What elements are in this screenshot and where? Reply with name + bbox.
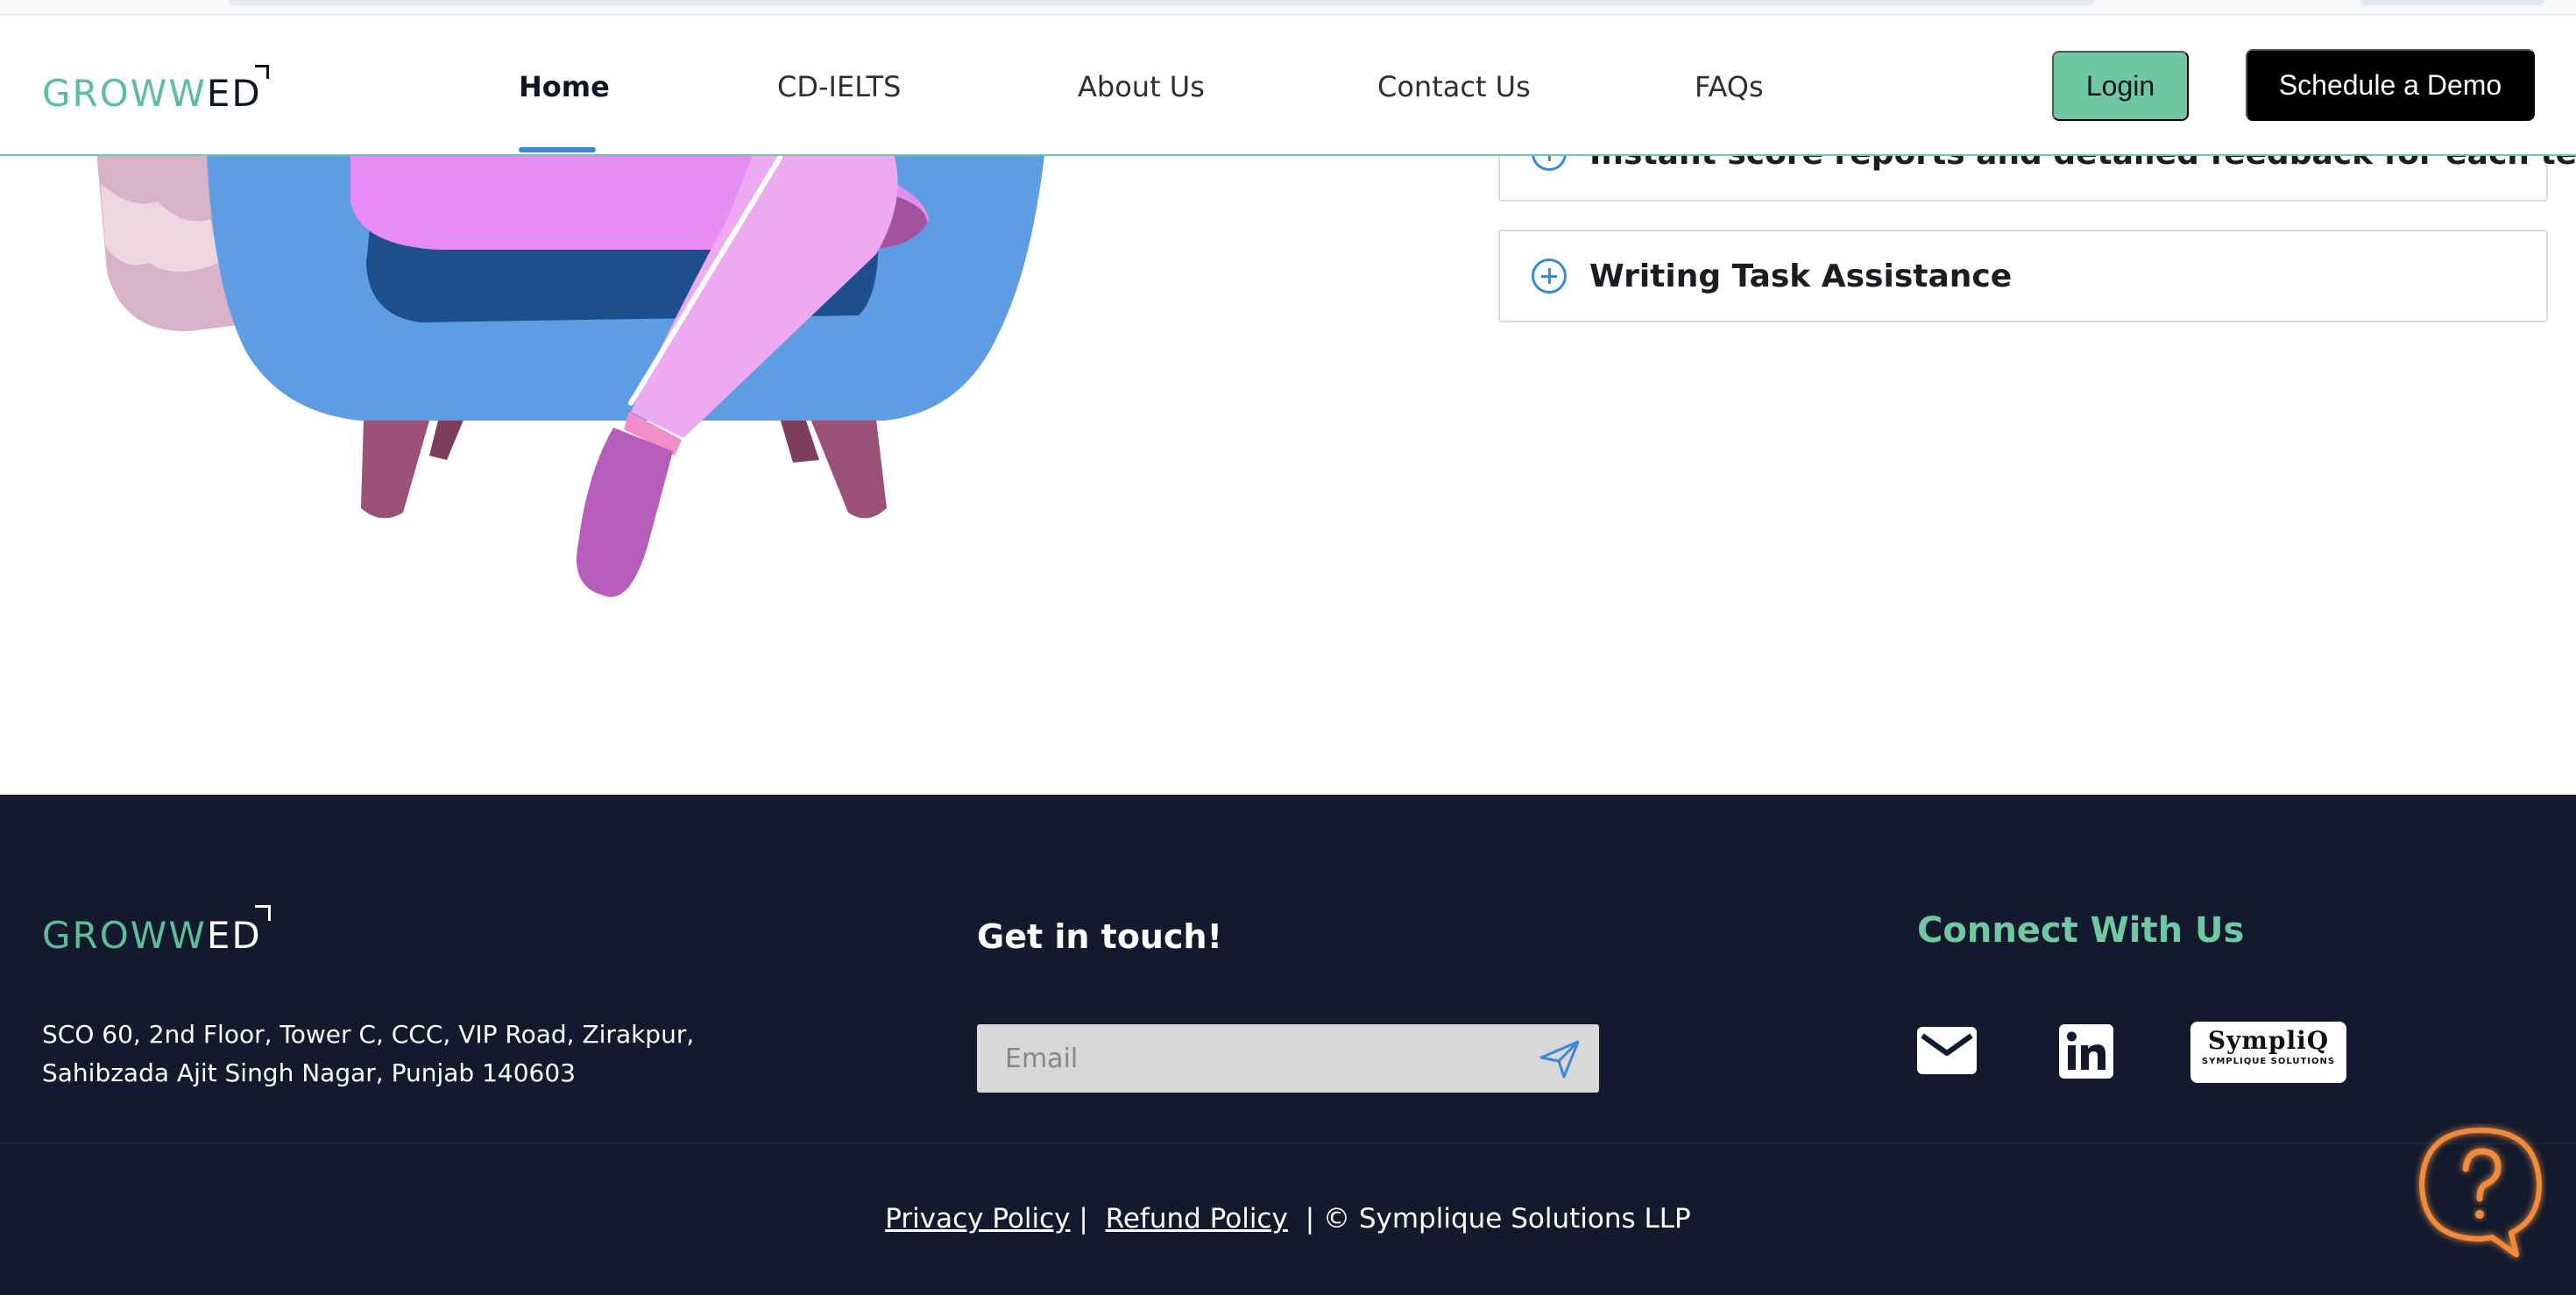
footer-logo-corner-mark	[254, 905, 271, 921]
linkedin-icon[interactable]	[2059, 1024, 2113, 1079]
plus-circle-icon	[1532, 258, 1567, 294]
help-chat-icon[interactable]	[2415, 1123, 2546, 1263]
top-sliver-button	[2361, 0, 2545, 5]
newsletter-email-box	[977, 1024, 1599, 1093]
nav-faqs[interactable]: FAQs	[1695, 70, 1764, 103]
nav-about-us[interactable]: About Us	[1078, 70, 1205, 103]
nav-cd-ielts[interactable]: CD-IELTS	[777, 70, 901, 103]
footer-growwed-logo[interactable]: GROWW ED	[42, 905, 271, 957]
logo-text-groww: GROWW	[42, 72, 207, 115]
footer-legal: Privacy Policy | Refund Policy | © Sympl…	[0, 1203, 2576, 1235]
footer-divider	[0, 1143, 2576, 1144]
feature-accordion-item[interactable]: Writing Task Assistance	[1498, 230, 2548, 322]
footer-address: SCO 60, 2nd Floor, Tower C, CCC, VIP Roa…	[42, 1015, 831, 1093]
legal-separator: |	[1079, 1203, 1088, 1235]
get-in-touch-heading: Get in touch!	[977, 917, 1222, 956]
login-button[interactable]: Login	[2052, 51, 2189, 121]
mail-icon[interactable]	[1917, 1027, 1977, 1074]
connect-with-us-heading: Connect With Us	[1917, 910, 2245, 951]
email-input[interactable]	[977, 1024, 1520, 1093]
logo-corner-mark	[254, 65, 269, 79]
feature-accordion-label: Writing Task Assistance	[1589, 258, 2013, 294]
nav-home[interactable]: Home	[519, 70, 610, 103]
footer-logo-text-ed: ED	[207, 905, 271, 954]
copyright-text: | © Symplique Solutions LLP	[1305, 1203, 1691, 1235]
nav-active-indicator	[519, 147, 596, 152]
schedule-demo-button[interactable]: Schedule a Demo	[2246, 49, 2535, 121]
send-icon[interactable]	[1538, 1038, 1582, 1080]
footer-logo-text-groww: GROWW	[42, 914, 207, 957]
privacy-policy-link[interactable]: Privacy Policy	[885, 1203, 1070, 1235]
sympliq-sub-text: SYMPLIQUE SOLUTIONS	[2201, 1057, 2336, 1066]
nav-contact-us[interactable]: Contact Us	[1377, 70, 1531, 103]
address-line-1: SCO 60, 2nd Floor, Tower C, CCC, VIP Roa…	[42, 1020, 695, 1049]
sympliq-logo-link[interactable]: SympliQ SYMPLIQUE SOLUTIONS	[2190, 1022, 2346, 1083]
linkedin-glyph	[2067, 1031, 2105, 1070]
sympliq-brand-text: SympliQ	[2207, 1026, 2330, 1055]
address-line-2: Sahibzada Ajit Singh Nagar, Punjab 14060…	[42, 1058, 576, 1087]
logo-text-ed: ED	[207, 65, 269, 112]
site-footer: GROWW ED SCO 60, 2nd Floor, Tower C, CCC,…	[0, 795, 2576, 1295]
growwed-logo[interactable]: GROWW ED	[42, 60, 269, 115]
refund-policy-link[interactable]: Refund Policy	[1106, 1203, 1288, 1235]
site-header: GROWW ED Home CD-IELTS About Us Contact U…	[0, 16, 2576, 156]
